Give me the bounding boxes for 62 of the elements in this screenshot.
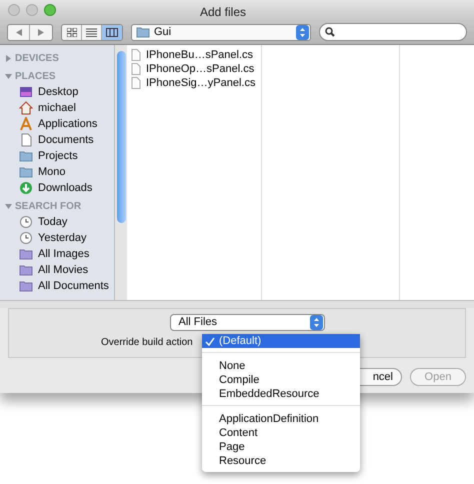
zoom-button[interactable] [44,4,56,16]
disclosure-triangle-icon[interactable] [5,202,12,210]
sidebar-item[interactable]: michael [0,100,114,116]
folder-icon [19,263,33,277]
columns-icon [106,28,118,36]
desktop-icon [19,85,33,99]
stepper-icon [296,24,309,40]
sidebar-item[interactable]: Mono [0,164,114,180]
sidebar-item[interactable]: All Movies [0,262,114,278]
folder-icon [136,25,150,39]
folder-icon [19,149,33,163]
clock-icon [19,231,33,245]
sidebar-item[interactable]: Projects [0,148,114,164]
disclosure-triangle-icon[interactable] [5,72,12,80]
menu-item[interactable]: ApplicationDefinition [202,412,360,426]
location-popup[interactable]: Gui [131,24,311,40]
checkmark-icon [205,336,215,346]
file-icon [131,63,141,75]
folder-icon [19,165,33,179]
house-icon [19,101,33,115]
file-item[interactable]: IPhoneSig…yPanel.cs [127,76,261,90]
forward-arrow-icon [38,28,44,36]
section-header: PLACES [15,70,56,84]
close-button[interactable] [8,4,20,16]
back-arrow-icon [16,28,22,36]
sidebar-item[interactable]: Documents [0,132,114,148]
view-mode-button[interactable] [102,24,122,40]
file-icon [131,49,141,61]
disclosure-triangle-icon[interactable] [5,54,12,62]
window-title: Add files [200,4,246,21]
clock-icon [19,215,33,229]
sidebar-item[interactable]: Applications [0,116,114,132]
menu-item[interactable]: Resource [202,454,360,468]
file-icon [131,77,141,89]
sidebar-item[interactable]: Desktop [0,84,114,100]
section-header: SEARCH FOR [15,200,82,214]
list-icon [86,28,97,36]
file-item[interactable]: IPhoneOp…sPanel.cs [127,62,261,76]
folder-icon [19,279,33,293]
stepper-icon [310,315,322,330]
menu-item[interactable]: Page [202,440,360,454]
download-icon [19,181,33,195]
menu-item[interactable]: EmbeddedResource [202,387,360,401]
sidebar-item[interactable]: Downloads [0,180,114,196]
search-field[interactable] [319,23,467,41]
menu-item[interactable]: (Default) [202,334,360,348]
section-header: DEVICES [15,52,59,66]
field-label: Override build action [101,336,193,350]
file-item[interactable]: IPhoneBu…sPanel.cs [127,48,261,62]
folder-icon [19,247,33,261]
menu-item[interactable]: Content [202,426,360,440]
search-icon [325,27,335,37]
grid-icon [66,28,76,36]
splitter-bar[interactable] [0,300,474,308]
sidebar-item[interactable]: All Images [0,246,114,262]
sidebar-item[interactable]: Today [0,214,114,230]
minimize-button[interactable] [26,4,38,16]
sidebar-item[interactable]: Yesterday [0,230,114,246]
filter-popup[interactable]: All Files [170,314,324,331]
document-icon [19,133,33,147]
applications-icon [19,117,33,131]
sidebar-item[interactable]: All Documents [0,278,114,294]
